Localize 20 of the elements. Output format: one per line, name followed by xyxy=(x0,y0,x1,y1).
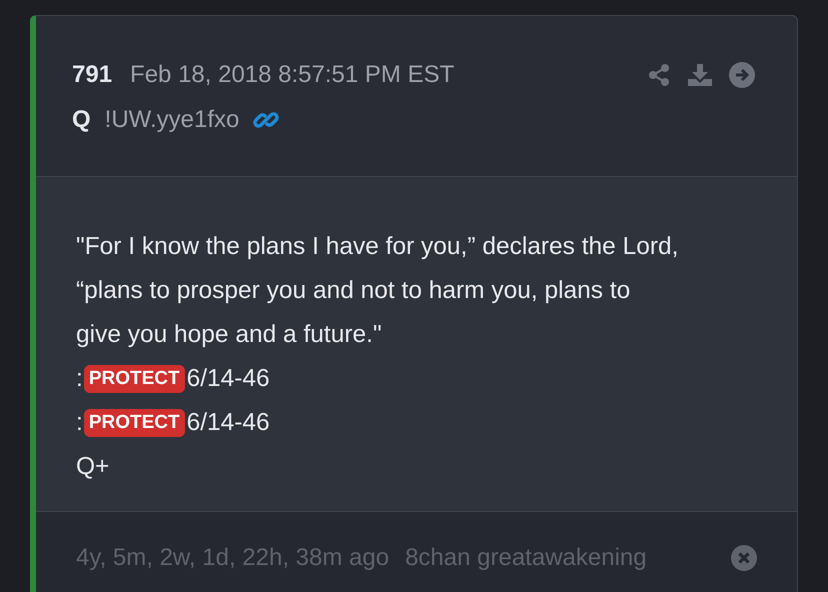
message-line: Q+ xyxy=(76,453,110,481)
tripcode: !UW.yye1fxo xyxy=(104,106,240,134)
close-icon[interactable] xyxy=(731,545,757,571)
post-age: 4y, 5m, 2w, 1d, 22h, 38m ago xyxy=(76,544,390,572)
protect-tag: PROTECT xyxy=(84,409,185,437)
date-range-text: 6/14-46 xyxy=(186,409,270,437)
colon-text: : xyxy=(76,409,83,437)
post-source: 8chan greatawakening xyxy=(405,544,648,572)
message-line: "For I know the plans I have for you,” declares the Lord, xyxy=(76,233,678,261)
date-range-text: 6/14-46 xyxy=(186,365,270,393)
author-name: Q xyxy=(72,106,91,134)
message-line: give you hope and a future." xyxy=(76,321,382,349)
message-line: “plans to prosper you and not to harm you, plans to xyxy=(76,277,630,305)
protect-tag: PROTECT xyxy=(84,365,185,393)
post-date: Feb 18, 2018 8:57:51 PM EST xyxy=(130,61,456,89)
colon-text: : xyxy=(76,365,83,393)
share-icon[interactable] xyxy=(647,63,671,87)
post-number: 791 xyxy=(72,61,112,89)
arrow-right-icon[interactable] xyxy=(729,62,755,88)
download-icon[interactable] xyxy=(687,63,713,87)
